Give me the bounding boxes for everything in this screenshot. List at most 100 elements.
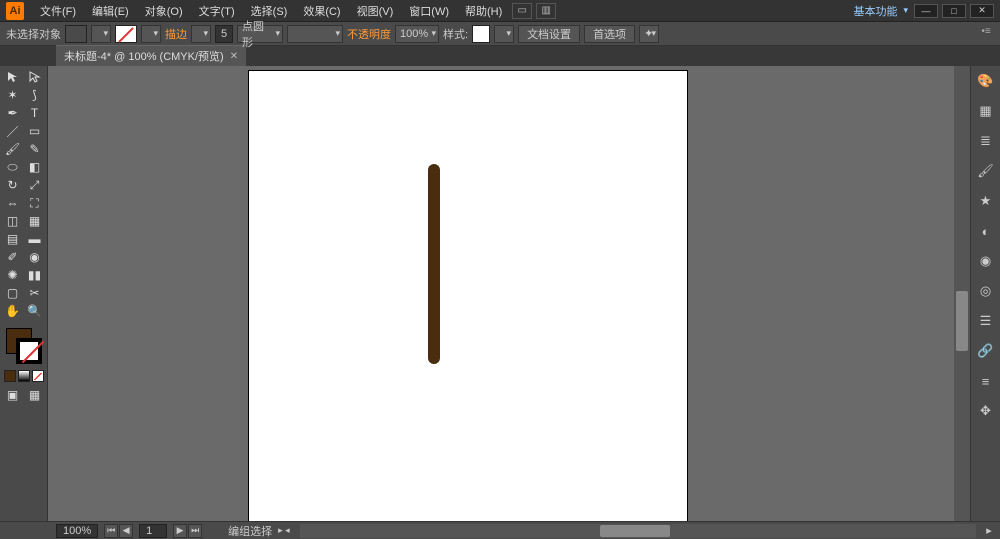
slice-tool[interactable]: ✂: [24, 284, 46, 302]
controlbar-menu-icon[interactable]: •≡: [978, 26, 994, 42]
panel-layers-icon[interactable]: ☰: [975, 310, 997, 332]
stroke-weight-stepper[interactable]: [191, 25, 211, 43]
stroke-label[interactable]: 描边: [165, 26, 187, 42]
menu-file[interactable]: 文件(F): [32, 3, 84, 19]
symbol-sprayer-tool[interactable]: ✺: [2, 266, 24, 284]
nav-next-icon[interactable]: ▶: [173, 524, 187, 538]
menu-edit[interactable]: 编辑(E): [84, 3, 137, 19]
rotate-tool[interactable]: ↻: [2, 176, 24, 194]
menu-view[interactable]: 视图(V): [349, 3, 402, 19]
panel-transform-icon[interactable]: ✥: [975, 400, 997, 422]
change-screen-icon[interactable]: ▦: [24, 386, 46, 404]
color-mode-gradient[interactable]: [18, 370, 30, 382]
gradient-tool[interactable]: ▬: [24, 230, 46, 248]
arrange-icon[interactable]: ▥: [536, 3, 556, 19]
stroke-weight-input[interactable]: [215, 25, 233, 43]
window-close-button[interactable]: ✕: [970, 4, 994, 18]
stroke-profile-dropdown[interactable]: 点圆形: [237, 25, 283, 43]
shape-builder-tool[interactable]: ◫: [2, 212, 24, 230]
pen-tool[interactable]: ✒: [2, 104, 24, 122]
extra-dropdown[interactable]: ✦: [639, 25, 659, 43]
artboard-tool[interactable]: ▢: [2, 284, 24, 302]
menu-effect[interactable]: 效果(C): [295, 3, 348, 19]
menu-type[interactable]: 文字(T): [191, 3, 243, 19]
brush-dropdown[interactable]: [287, 25, 343, 43]
scroll-right-icon[interactable]: ▸: [982, 524, 996, 537]
scale-tool[interactable]: ⤢: [24, 176, 46, 194]
status-chevron-icon[interactable]: ▸ ◂: [278, 525, 290, 536]
nav-last-icon[interactable]: ⏭: [188, 524, 202, 538]
type-tool[interactable]: T: [24, 104, 46, 122]
canvas-container: [48, 66, 970, 521]
vertical-scroll-thumb[interactable]: [956, 291, 968, 351]
window-maximize-button[interactable]: □: [942, 4, 966, 18]
panel-align-icon[interactable]: ≡: [975, 370, 997, 392]
stroke-swatch[interactable]: [115, 25, 137, 43]
style-swatch[interactable]: [472, 25, 490, 43]
panel-links-icon[interactable]: 🔗: [975, 340, 997, 362]
panel-appearance-icon[interactable]: ◉: [975, 250, 997, 272]
no-stroke-slash-icon: [118, 27, 134, 43]
zoom-level[interactable]: 100%: [56, 524, 98, 538]
canvas-area[interactable]: [48, 66, 970, 521]
horizontal-scroll-thumb[interactable]: [600, 525, 670, 537]
fill-stroke-indicator[interactable]: [4, 326, 44, 366]
opacity-dropdown[interactable]: 100%: [395, 25, 439, 43]
stroke-color-box[interactable]: [16, 338, 42, 364]
direct-selection-tool[interactable]: [24, 68, 46, 86]
panel-stroke-icon[interactable]: ≣: [975, 130, 997, 152]
workspace-switcher[interactable]: 基本功能: [853, 3, 897, 19]
nav-prev-icon[interactable]: ◀: [119, 524, 133, 538]
screen-mode-button[interactable]: ▣: [2, 386, 24, 404]
document-tab-1[interactable]: 未标题-4* @ 100% (CMYK/预览) ✕: [56, 45, 246, 66]
stroke-dropdown[interactable]: [141, 25, 161, 43]
panel-color-icon[interactable]: 🎨: [975, 70, 997, 92]
menu-window[interactable]: 窗口(W): [401, 3, 457, 19]
rectangle-tool[interactable]: ▭: [24, 122, 46, 140]
fill-swatch[interactable]: [65, 25, 87, 43]
line-tool[interactable]: ／: [2, 122, 24, 140]
blend-tool[interactable]: ◉: [24, 248, 46, 266]
nav-first-icon[interactable]: ⏮: [104, 524, 118, 538]
opacity-label[interactable]: 不透明度: [347, 26, 391, 42]
panel-symbols-icon[interactable]: ★: [975, 190, 997, 212]
workspace-chevron-icon[interactable]: ▾: [903, 5, 908, 16]
perspective-tool[interactable]: ▦: [24, 212, 46, 230]
tab-close-icon[interactable]: ✕: [230, 51, 238, 62]
vertical-scrollbar[interactable]: [954, 66, 970, 521]
pencil-tool[interactable]: ✎: [24, 140, 46, 158]
menu-bar: Ai 文件(F) 编辑(E) 对象(O) 文字(T) 选择(S) 效果(C) 视…: [0, 0, 1000, 22]
lasso-tool[interactable]: ⟆: [24, 86, 46, 104]
color-mode-solid[interactable]: [4, 370, 16, 382]
panel-brushes-icon[interactable]: 🖌: [975, 160, 997, 182]
drawn-line-shape[interactable]: [428, 164, 440, 364]
horizontal-scrollbar[interactable]: [300, 524, 976, 538]
panel-swatches-icon[interactable]: ▦: [975, 100, 997, 122]
window-minimize-button[interactable]: —: [914, 4, 938, 18]
magic-wand-tool[interactable]: ✶: [2, 86, 24, 104]
layout-toggle-icon[interactable]: ▭: [512, 3, 532, 19]
width-tool[interactable]: ⇔: [2, 194, 24, 212]
paintbrush-tool[interactable]: 🖌: [2, 140, 24, 158]
document-setup-button[interactable]: 文档设置: [518, 25, 580, 43]
menu-select[interactable]: 选择(S): [243, 3, 296, 19]
menu-object[interactable]: 对象(O): [137, 3, 191, 19]
hand-tool[interactable]: ✋: [2, 302, 24, 320]
zoom-tool[interactable]: 🔍: [24, 302, 46, 320]
eraser-tool[interactable]: ◧: [24, 158, 46, 176]
color-mode-none[interactable]: [32, 370, 44, 382]
preferences-button[interactable]: 首选项: [584, 25, 635, 43]
selection-tool[interactable]: [2, 68, 24, 86]
free-transform-tool[interactable]: ⛶: [24, 194, 46, 212]
panel-graphic-styles-icon[interactable]: ◎: [975, 280, 997, 302]
menu-help[interactable]: 帮助(H): [457, 3, 510, 19]
toolbox: ✶⟆ ✒T ／▭ 🖌✎ ⬭◧ ↻⤢ ⇔⛶ ◫▦ ▤▬ ✐◉ ✺▮▮ ▢✂ ✋🔍 …: [0, 66, 48, 521]
eyedropper-tool[interactable]: ✐: [2, 248, 24, 266]
style-dropdown[interactable]: [494, 25, 514, 43]
column-graph-tool[interactable]: ▮▮: [24, 266, 46, 284]
artboard-number[interactable]: 1: [139, 524, 167, 538]
fill-dropdown[interactable]: [91, 25, 111, 43]
mesh-tool[interactable]: ▤: [2, 230, 24, 248]
blob-brush-tool[interactable]: ⬭: [2, 158, 24, 176]
panel-transparency-icon[interactable]: ◐: [975, 220, 997, 242]
